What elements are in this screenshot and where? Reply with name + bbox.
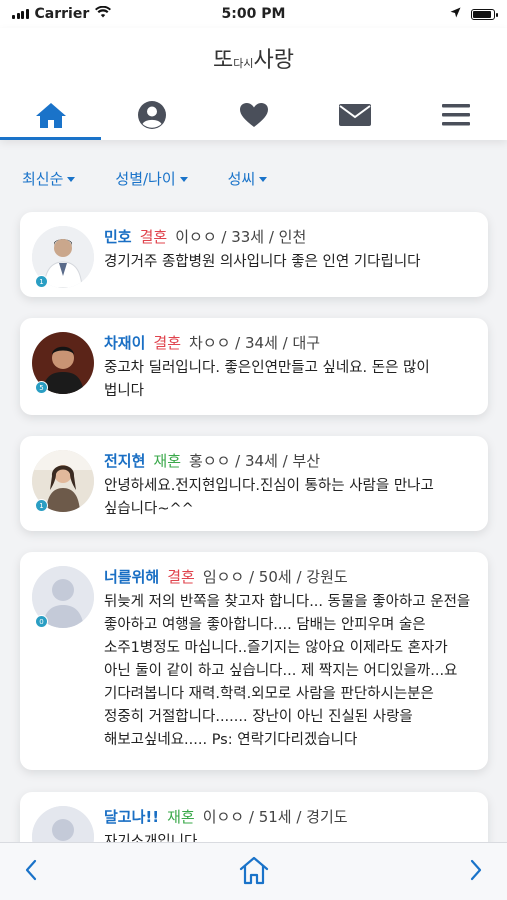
menu-icon — [442, 104, 471, 126]
avatar-wrap: 1 — [32, 226, 94, 288]
filter-sort[interactable]: 최신순 — [22, 168, 76, 189]
card-body: 민호 결혼 이ㅇㅇ / 33세 / 인천 경기거주 종합병원 의사입니다 좋은 인연… — [104, 226, 474, 274]
caret-down-icon — [259, 177, 268, 182]
profile-meta: 홍ㅇㅇ / 34세 / 부산 — [189, 452, 321, 470]
marital-status: 결혼 — [139, 228, 168, 246]
card-title: 차재이 결혼 차ㅇㅇ / 34세 / 대구 — [104, 332, 474, 354]
home-outline-icon — [238, 855, 270, 889]
card-title: 달고나!! 재혼 이ㅇㅇ / 51세 / 경기도 — [104, 806, 474, 828]
photo-count-badge: 5 — [35, 381, 48, 394]
profile-name: 차재이 — [104, 334, 146, 352]
nav-profile[interactable] — [101, 90, 202, 140]
avatar-wrap: 5 — [32, 332, 94, 394]
profile-card[interactable]: 1 전지현 재혼 홍ㅇㅇ / 34세 / 부산 안녕하세요.전지현입니다.진심이 통… — [20, 436, 488, 531]
back-button[interactable] — [24, 859, 38, 885]
filter-surname-label: 성씨 — [227, 170, 256, 188]
profile-name: 전지현 — [104, 452, 146, 470]
photo-count-badge: 1 — [35, 275, 48, 288]
marital-status: 재혼 — [167, 808, 195, 826]
status-left: Carrier — [12, 5, 112, 22]
chevron-left-icon — [24, 859, 38, 885]
profile-name: 너를위해 — [104, 568, 160, 586]
home-button[interactable] — [238, 855, 270, 889]
logo-part-1: 또 — [213, 48, 234, 73]
card-body: 전지현 재혼 홍ㅇㅇ / 34세 / 부산 안녕하세요.전지현입니다.진심이 통하는… — [104, 450, 474, 521]
profile-meta: 차ㅇㅇ / 34세 / 대구 — [189, 334, 321, 352]
profile-card[interactable]: 1 민호 결혼 이ㅇㅇ / 33세 / 인천 경기거주 종합병원 의사입니다 좋은 … — [20, 212, 488, 297]
status-right — [450, 6, 498, 22]
app-logo: 또다시사랑 — [0, 42, 507, 74]
profile-intro: 중고차 딜러입니다. 좋은인연만들고 싶네요. 돈은 많이 법니다 — [104, 360, 430, 399]
marital-status: 재혼 — [153, 452, 182, 470]
wifi-icon — [95, 5, 112, 22]
carrier-label: Carrier — [34, 6, 90, 22]
profile-name: 민호 — [104, 228, 132, 246]
avatar-wrap: 1 — [32, 450, 94, 512]
home-icon — [34, 101, 68, 129]
nav-likes[interactable] — [203, 90, 304, 140]
caret-down-icon — [179, 177, 188, 182]
signal-icon — [12, 9, 29, 19]
nav-messages[interactable] — [304, 90, 405, 140]
status-bar: Carrier 5:00 PM — [0, 0, 507, 28]
logo-part-2: 다시 — [233, 57, 254, 70]
battery-level — [473, 10, 491, 18]
user-icon — [137, 100, 167, 130]
card-title: 민호 결혼 이ㅇㅇ / 33세 / 인천 — [104, 226, 474, 248]
profile-intro: 뒤늦게 저의 반쪽을 찾고자 합니다... 동물을 좋아하고 운전을 좋아하고 … — [104, 594, 471, 748]
nav-menu[interactable] — [406, 90, 507, 140]
logo-part-3: 사랑 — [253, 48, 294, 73]
card-body: 너를위해 결혼 임ㅇㅇ / 50세 / 강원도 뒤늦게 저의 반쪽을 찾고자 합니다… — [104, 566, 474, 752]
location-arrow-icon — [450, 6, 461, 22]
profile-card[interactable]: 5 차재이 결혼 차ㅇㅇ / 34세 / 대구 중고차 딜러입니다. 좋은인연만들고… — [20, 318, 488, 415]
avatar-wrap: 0 — [32, 566, 94, 628]
card-title: 너를위해 결혼 임ㅇㅇ / 50세 / 강원도 — [104, 566, 474, 588]
mail-icon — [338, 104, 371, 126]
caret-down-icon — [67, 177, 76, 182]
filter-gender-age[interactable]: 성별/나이 — [115, 168, 188, 189]
top-nav — [0, 90, 507, 140]
card-body: 차재이 결혼 차ㅇㅇ / 34세 / 대구 중고차 딜러입니다. 좋은인연만들고 싶… — [104, 332, 474, 403]
profile-card[interactable]: 0 너를위해 결혼 임ㅇㅇ / 50세 / 강원도 뒤늦게 저의 반쪽을 찾고자 합… — [20, 552, 488, 770]
marital-status: 결혼 — [153, 334, 182, 352]
photo-count-badge: 1 — [35, 499, 48, 512]
profile-meta: 이ㅇㅇ / 33세 / 인천 — [175, 228, 307, 246]
battery-icon — [471, 8, 498, 20]
card-title: 전지현 재혼 홍ㅇㅇ / 34세 / 부산 — [104, 450, 474, 472]
app-header: 또다시사랑 — [0, 28, 507, 140]
bottom-toolbar — [0, 842, 507, 900]
profile-intro: 경기거주 종합병원 의사입니다 좋은 인연 기다립니다 — [104, 254, 421, 270]
profile-name: 달고나!! — [104, 808, 160, 826]
filter-bar: 최신순 성별/나이 성씨 — [22, 168, 268, 189]
chevron-right-icon — [469, 859, 483, 885]
filter-gender-age-label: 성별/나이 — [115, 170, 176, 188]
marital-status: 결혼 — [167, 568, 195, 586]
profile-meta: 임ㅇㅇ / 50세 / 강원도 — [202, 568, 348, 586]
profile-intro: 안녕하세요.전지현입니다.진심이 통하는 사람을 만나고 싶습니다~^^ — [104, 478, 434, 517]
photo-count-badge: 0 — [35, 615, 48, 628]
profile-meta: 이ㅇㅇ / 51세 / 경기도 — [202, 808, 348, 826]
filter-surname[interactable]: 성씨 — [228, 168, 268, 189]
forward-button[interactable] — [469, 859, 483, 885]
heart-icon — [239, 102, 269, 128]
nav-home[interactable] — [0, 90, 102, 140]
filter-sort-label: 최신순 — [22, 170, 64, 188]
